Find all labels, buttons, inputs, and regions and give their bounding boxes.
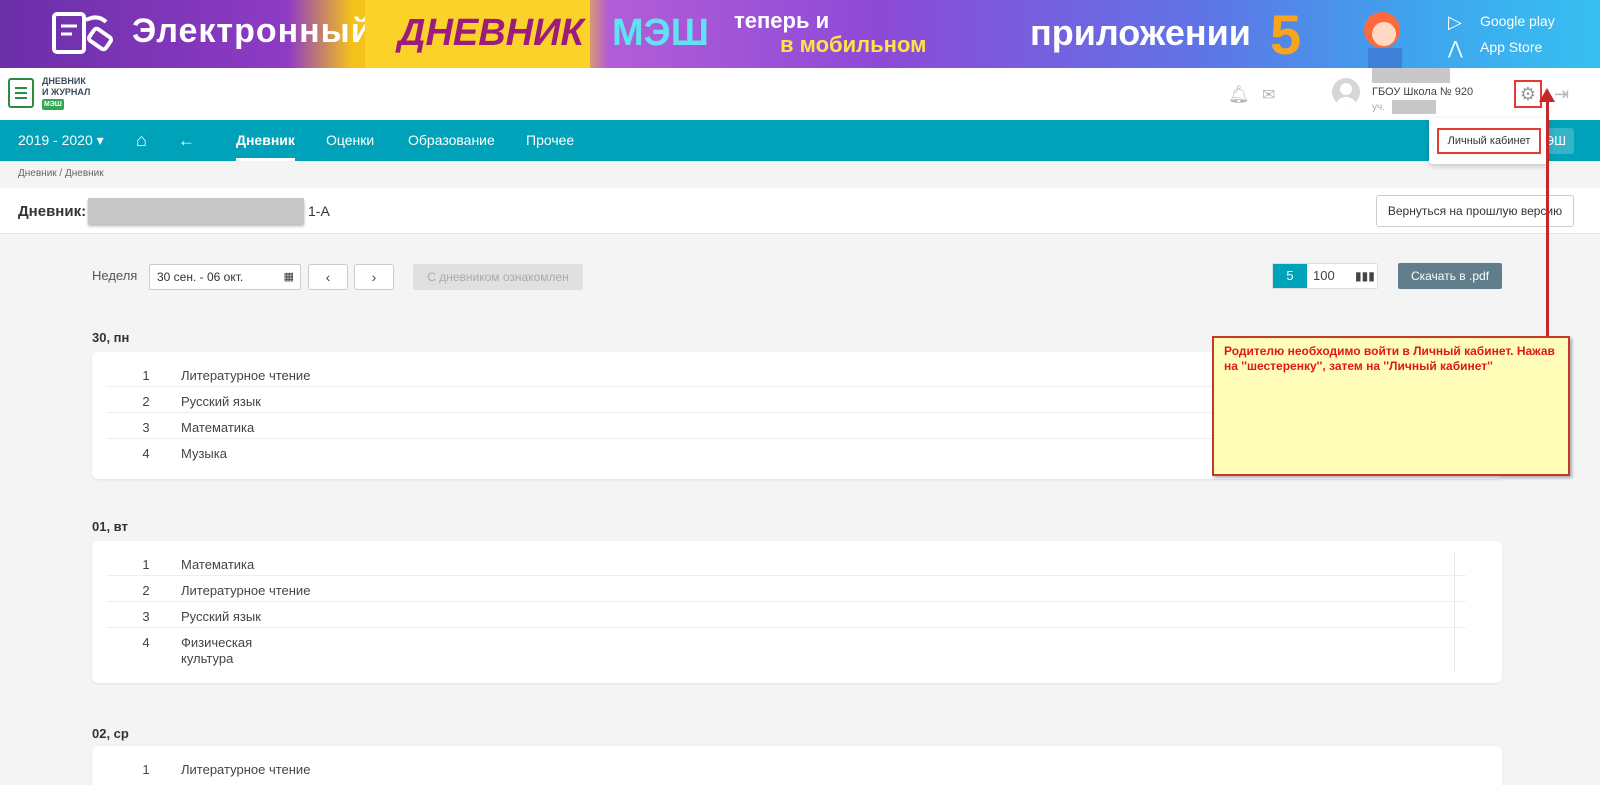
next-week-button[interactable]: › (354, 264, 394, 290)
lesson-row[interactable]: 1 Литературное чтение (106, 756, 1466, 781)
mail-icon[interactable]: ✉ (1262, 85, 1275, 105)
diary-logo-icon (52, 12, 114, 54)
banner-girl-illustration (1364, 12, 1402, 68)
chevron-down-icon: ▾ (96, 132, 104, 148)
lesson-row[interactable]: 4 Физическая культура (106, 629, 1466, 671)
chevron-right-icon: › (371, 269, 377, 285)
mesh-badge: МЭШ (42, 99, 64, 110)
annotation-arrow-line (1546, 92, 1549, 338)
day-label: 02, ср (92, 726, 129, 741)
google-play-link[interactable]: ▷ Google play (1448, 12, 1555, 33)
day-label: 01, вт (92, 519, 128, 534)
gear-icon[interactable]: ⚙ (1514, 80, 1542, 108)
class-name: 1-А (308, 203, 330, 219)
banner-text-mesh: МЭШ (612, 12, 709, 54)
lesson-row[interactable]: 3 Русский язык (106, 603, 1466, 628)
logout-icon[interactable]: ⇥ (1554, 84, 1569, 105)
scale-5-option[interactable]: 5 (1273, 264, 1307, 288)
banner-text-app: приложении (1030, 12, 1251, 53)
school-name: ГБОУ Школа № 920 (1372, 86, 1474, 98)
settings-dropdown: Личный кабинет (1429, 118, 1549, 164)
back-to-old-version-button[interactable]: Вернуться на прошлую версию (1376, 195, 1574, 227)
avatar[interactable] (1332, 78, 1360, 106)
main-nav: 2019 - 2020 ▾ ⌂ ← Дневник Оценки Образов… (0, 120, 1600, 161)
app-logo[interactable]: ДНЕВНИК И ЖУРНАЛ МЭШ (8, 76, 90, 110)
calendar-icon: ▦ (283, 271, 294, 283)
annotation-arrow-head (1539, 88, 1555, 102)
banner-text-diary: ДНЕВНИК (398, 12, 584, 54)
scale-100-option[interactable]: 100 (1313, 264, 1335, 288)
menu-item-personal-cabinet[interactable]: Личный кабинет (1437, 128, 1541, 154)
back-arrow-icon[interactable]: ← (178, 120, 195, 161)
promo-banner[interactable]: Электронный ДНЕВНИК МЭШ теперь и в мобил… (0, 0, 1600, 68)
student-name-redacted (88, 198, 304, 224)
lesson-row[interactable]: 2 Литературное чтение (106, 577, 1466, 602)
day-label: 30, пн (92, 330, 130, 345)
app-header: ДНЕВНИК И ЖУРНАЛ МЭШ 🔔︎ ✉ ГБОУ Школа № 9… (0, 68, 1600, 120)
acknowledge-button[interactable]: С дневником ознакомлен (413, 264, 583, 290)
week-label: Неделя (92, 268, 138, 283)
banner-text-now: теперь и (734, 8, 830, 33)
day-card: 1 Литературное чтение (92, 746, 1502, 785)
bar-chart-icon[interactable]: ▮▮▮ (1355, 264, 1375, 288)
user-role: уч. (1372, 102, 1385, 113)
instruction-note: Родителю необходимо войти в Личный кабин… (1212, 336, 1570, 476)
tab-education[interactable]: Образование (408, 120, 495, 161)
grade-scale-toggle: 5 100 ▮▮▮ (1272, 263, 1378, 289)
play-icon: ▷ (1448, 12, 1462, 32)
bell-icon[interactable]: 🔔︎ (1228, 85, 1250, 105)
user-role-redacted (1392, 100, 1436, 114)
banner-text-electronic: Электронный (132, 12, 373, 50)
page-title-bar: Дневник: 1-А Вернуться на прошлую версию (0, 188, 1600, 234)
tab-grades[interactable]: Оценки (326, 120, 374, 161)
chevron-left-icon: ‹ (325, 269, 331, 285)
tab-other[interactable]: Прочее (526, 120, 574, 161)
journal-logo-icon (8, 78, 34, 108)
prev-week-button[interactable]: ‹ (308, 264, 348, 290)
app-store-link[interactable]: ⋀ App Store (1448, 38, 1542, 59)
week-picker[interactable]: 30 сен. - 06 окт. ▦ (149, 264, 301, 290)
year-selector[interactable]: 2019 - 2020 ▾ (18, 120, 104, 161)
user-name-redacted (1372, 68, 1450, 83)
breadcrumb: Дневник / Дневник (18, 168, 104, 179)
download-pdf-button[interactable]: Скачать в .pdf (1398, 263, 1502, 289)
app-store-icon: ⋀ (1448, 38, 1463, 58)
home-icon[interactable]: ⌂ (136, 120, 147, 161)
page-title: Дневник: (18, 203, 87, 220)
banner-five-graphic: 5 (1270, 3, 1302, 66)
banner-text-mobile: в мобильном (780, 32, 927, 57)
lesson-row[interactable]: 1 Математика (106, 551, 1466, 576)
day-card: 1 Математика 2 Литературное чтение 3 Русски… (92, 541, 1502, 683)
tab-diary[interactable]: Дневник (236, 120, 295, 161)
